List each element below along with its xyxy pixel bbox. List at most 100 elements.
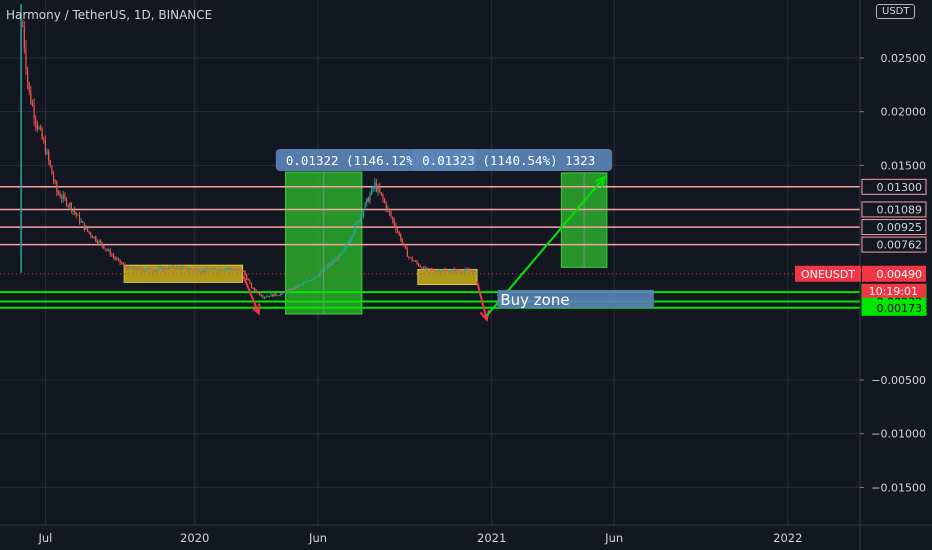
candle-body [155, 269, 157, 271]
candle-body [272, 294, 274, 297]
candle-body [338, 254, 340, 260]
candle-body [278, 295, 280, 297]
candle-body [301, 284, 303, 286]
candle-body [263, 296, 266, 298]
candle-body [160, 267, 162, 269]
candle-body [156, 269, 158, 270]
candle-body [466, 269, 468, 270]
candle-body [148, 267, 150, 269]
candle-body [364, 202, 366, 211]
candle-body [153, 270, 155, 272]
candle-body [26, 69, 29, 83]
chart-window: 0.01322 (1146.12%) 1323 0.01323 (1140.54%… [0, 0, 932, 550]
candle-body [205, 268, 207, 272]
candle-body [444, 269, 446, 271]
candle-body [207, 268, 209, 270]
last-price-label: 0.00490 [877, 268, 923, 281]
candle-body [421, 267, 423, 270]
candle-body [62, 195, 64, 199]
candle-body [195, 269, 197, 271]
candle-body [442, 269, 444, 272]
candle-body [362, 210, 365, 216]
candle-body [202, 269, 204, 272]
candle-body [275, 293, 277, 296]
price-tick-label: −0.01500 [871, 481, 926, 494]
candle-body [327, 265, 329, 268]
candle-body [242, 270, 244, 273]
price-tick-label: 0.02500 [881, 52, 927, 65]
candle-body [56, 182, 58, 193]
candle-body [145, 269, 147, 271]
candle-body [103, 245, 105, 249]
candle-body [309, 280, 311, 282]
candle-body [307, 280, 309, 282]
candle-body [465, 269, 467, 271]
candle-body [192, 269, 194, 271]
candle-body [51, 166, 53, 175]
candle-body [359, 216, 361, 222]
candle-body [182, 266, 184, 268]
price-tick-label: −0.00500 [871, 374, 926, 387]
candle-body [184, 266, 186, 268]
candle-body [437, 270, 439, 271]
candle-body [270, 294, 272, 297]
candle-body [249, 280, 251, 283]
candle-body [341, 251, 343, 254]
candle-body [280, 293, 282, 296]
candle-body [112, 255, 115, 258]
candle-body [452, 269, 454, 271]
candle-body [101, 242, 103, 246]
candle-body [171, 266, 173, 268]
candle-body [52, 174, 55, 181]
price-chart[interactable]: 0.01322 (1146.12%) 13230.01323 (1140.54%… [0, 0, 932, 550]
candle-body [447, 269, 449, 273]
candle-body [41, 129, 43, 139]
quote-currency-button[interactable]: USDT [876, 4, 916, 19]
time-tick-label: 2020 [180, 531, 209, 545]
price-tick-label: −0.01000 [871, 428, 926, 441]
candle-body [65, 198, 68, 206]
candle-body [461, 271, 464, 273]
candle-body [186, 267, 188, 270]
candle-body [95, 236, 97, 242]
candle-body [276, 295, 279, 297]
candle-body [122, 263, 124, 265]
candle-body [435, 270, 438, 272]
candle-body [215, 268, 217, 271]
candle-body [382, 194, 384, 200]
candle-body [236, 269, 238, 271]
candle-body [98, 240, 100, 244]
candle-body [411, 257, 413, 261]
candle-body [455, 269, 457, 272]
level-price-label: 0.00925 [877, 221, 923, 234]
candle-body [395, 225, 397, 230]
candle-body [419, 265, 421, 268]
candle-body [59, 194, 61, 198]
candle-body [87, 227, 89, 232]
candle-body [293, 288, 295, 290]
candle-body [46, 151, 48, 154]
candle-body [31, 103, 34, 106]
candle-body [358, 221, 360, 223]
candle-body [254, 288, 256, 291]
candle-body [375, 182, 378, 192]
candle-body [440, 271, 442, 272]
candle-body [431, 269, 433, 270]
candle-body [211, 268, 214, 270]
candle-body [439, 270, 441, 272]
candle-body [390, 212, 392, 218]
candle-body [392, 217, 394, 221]
candle-body [134, 267, 136, 270]
candle-body [140, 267, 142, 270]
candle-body [127, 266, 129, 270]
candle-body [168, 267, 170, 270]
candle-body [181, 267, 183, 270]
candle-body [387, 208, 389, 210]
candle-body [284, 292, 287, 293]
candle-body [38, 127, 40, 129]
candle-body [208, 269, 210, 271]
candle-body [48, 151, 50, 161]
candle-body [28, 82, 30, 92]
candle-body [283, 291, 285, 293]
candle-body [83, 222, 85, 230]
